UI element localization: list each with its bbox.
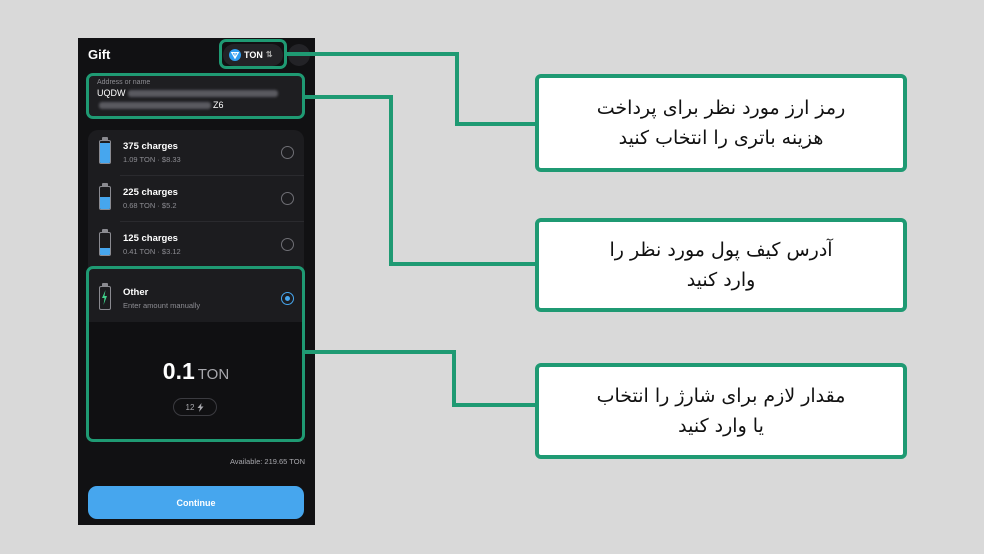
- annotation-line: وارد کنید: [686, 269, 756, 291]
- annotation-line: رمز ارز مورد نظر برای پرداخت: [596, 97, 846, 119]
- annotation-currency: رمز ارز مورد نظر برای پرداخت هزینه باتری…: [535, 74, 907, 172]
- annotation-line: یا وارد کنید: [678, 415, 764, 437]
- connector-amount: [305, 350, 537, 407]
- connector-currency: [287, 52, 537, 126]
- annotation-line: آدرس کیف پول مورد نظر را: [609, 239, 833, 261]
- annotation-line: هزینه باتری را انتخاب کنید: [618, 127, 824, 149]
- annotation-address: آدرس کیف پول مورد نظر را وارد کنید: [535, 218, 907, 312]
- annotation-amount: مقدار لازم برای شارژ را انتخاب یا وارد ک…: [535, 363, 907, 459]
- annotation-line: مقدار لازم برای شارژ را انتخاب: [596, 385, 846, 407]
